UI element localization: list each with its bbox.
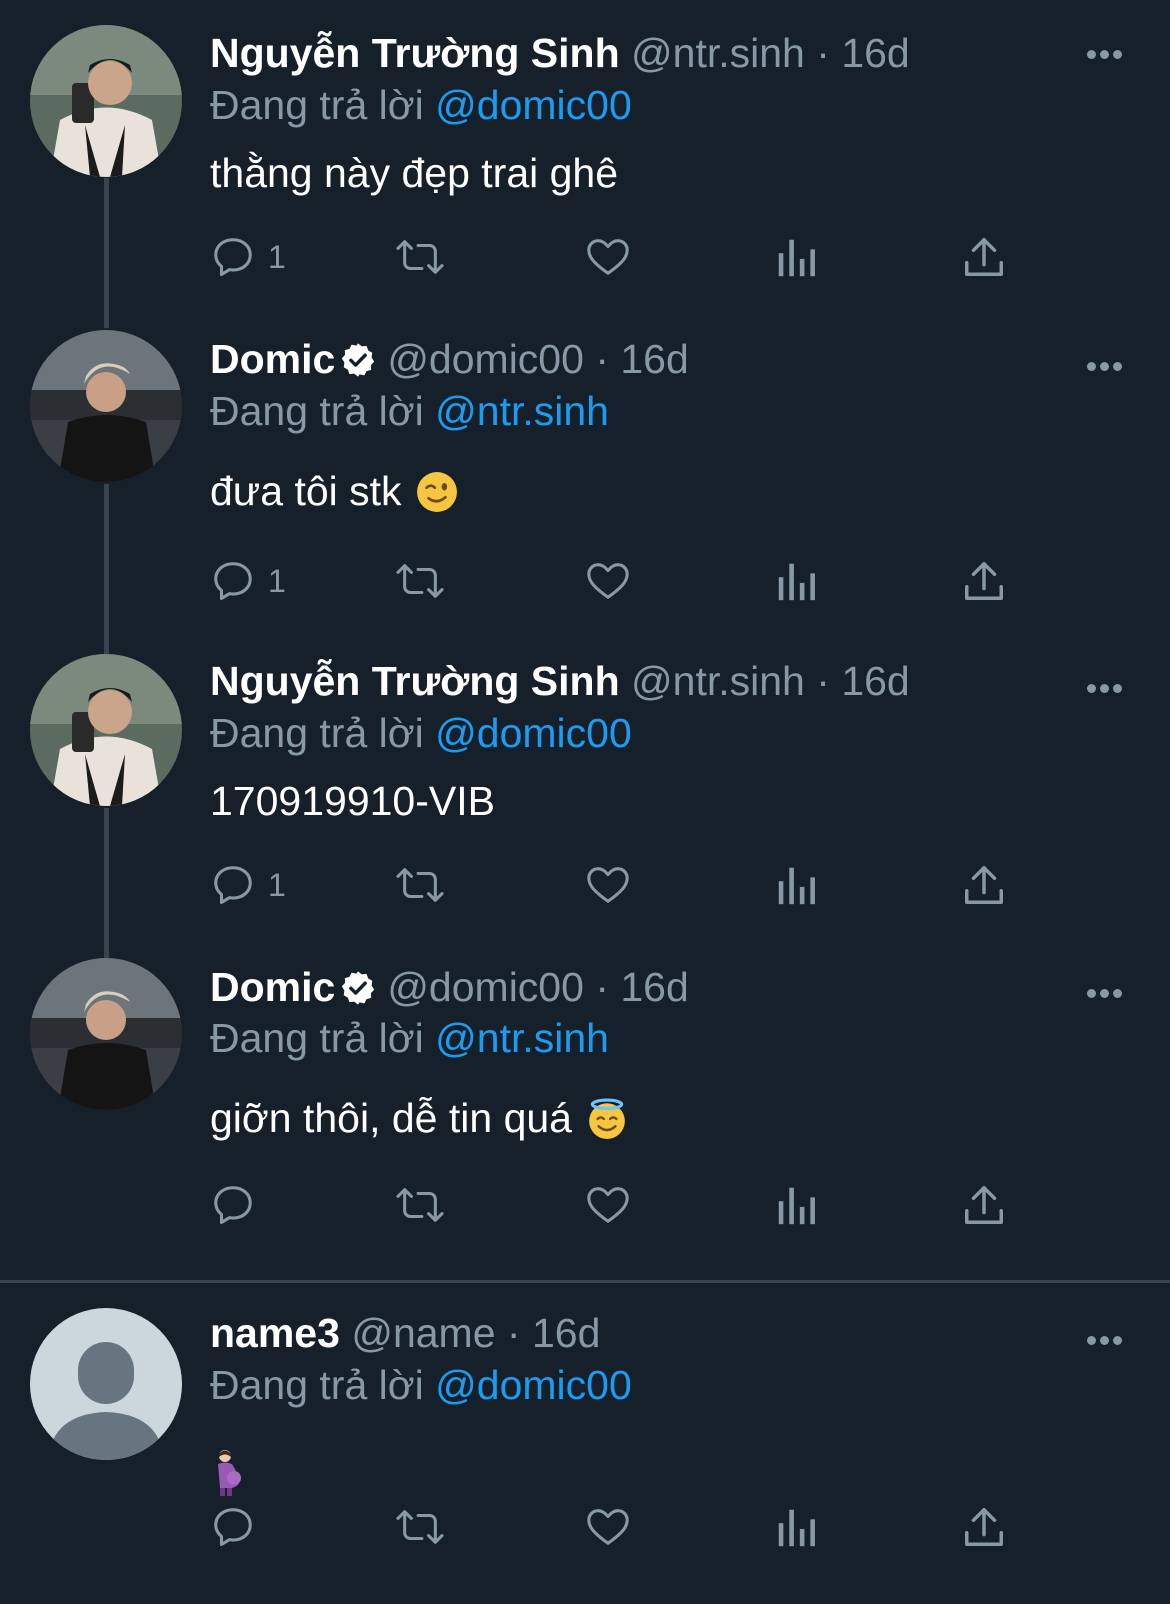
reply-button[interactable] <box>210 1502 256 1552</box>
tweet-header: name3 @name · 16d <box>210 1308 1080 1358</box>
views-button[interactable] <box>776 1502 816 1552</box>
separator-dot: · <box>506 1310 521 1356</box>
analytics-icon <box>778 1509 815 1547</box>
share-icon <box>965 1508 1003 1546</box>
mention-link[interactable]: @domic00 <box>435 1362 632 1408</box>
display-name[interactable]: name3 <box>210 1310 340 1356</box>
default-avatar-icon <box>30 1308 182 1460</box>
action-bar <box>210 1502 1030 1552</box>
avatar[interactable] <box>30 1308 182 1460</box>
tweet-text-container <box>210 1448 244 1509</box>
retweet-icon <box>396 1510 444 1544</box>
share-button[interactable] <box>962 1502 1006 1552</box>
more-options-icon[interactable] <box>1087 1332 1127 1345</box>
like-button[interactable] <box>584 1502 632 1552</box>
pregnant-woman-icon <box>218 1450 241 1496</box>
retweet-button[interactable] <box>394 1502 446 1552</box>
reply-icon <box>214 1508 252 1546</box>
tweet[interactable]: name3 @name · 16d Đang trả lời @domic00 <box>0 0 1170 1604</box>
replying-to: Đang trả lời @domic00 <box>210 1360 632 1410</box>
replying-to-label: Đang trả lời <box>210 1362 424 1408</box>
user-handle[interactable]: @name <box>351 1310 495 1356</box>
heart-icon <box>587 1509 629 1545</box>
timestamp[interactable]: 16d <box>532 1310 600 1356</box>
